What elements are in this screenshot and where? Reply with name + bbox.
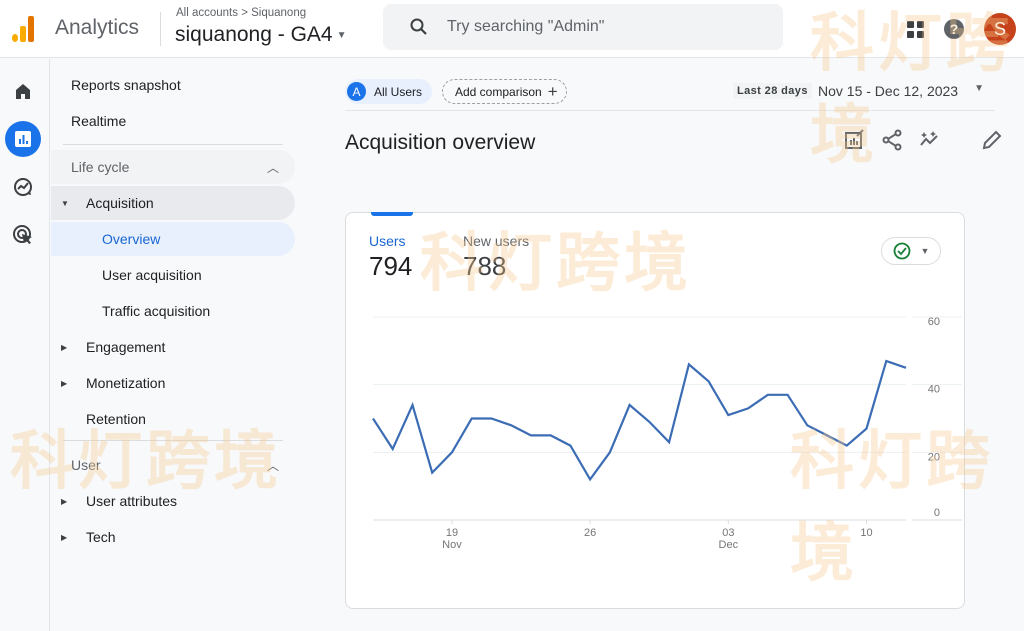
insights-icon[interactable] — [918, 128, 942, 152]
edit-pencil-icon[interactable] — [980, 128, 1004, 152]
search-bar[interactable] — [383, 4, 783, 50]
page-title: Acquisition overview — [345, 131, 536, 154]
avatar[interactable]: S — [984, 13, 1016, 45]
nav-label: Traffic acquisition — [102, 303, 211, 319]
breadcrumb[interactable]: All accounts > Siquanong — [176, 7, 306, 19]
chevron-down-icon: ▼ — [974, 83, 984, 94]
chevron-down-icon: ▼ — [336, 29, 347, 41]
nav-label: Realtime — [71, 113, 127, 129]
nav-reports-snapshot[interactable]: Reports snapshot — [51, 68, 295, 102]
caret-right-icon: ▶ — [61, 378, 68, 388]
nav-label: Engagement — [86, 339, 166, 355]
users-overview-card: Users 794 New users 788 ▼ — [345, 212, 965, 609]
report-actions — [842, 128, 1004, 152]
chevron-up-icon: ︿ — [266, 160, 279, 175]
analytics-logo-icon[interactable] — [10, 14, 36, 42]
advertising-icon — [13, 225, 32, 244]
nav-user-acquisition[interactable]: User acquisition — [51, 258, 295, 292]
nav-retention[interactable]: Retention — [51, 402, 295, 436]
reports-nav: Reports snapshot Realtime Life cycle ︿ ▼… — [51, 59, 311, 631]
metric-label: New users — [463, 233, 530, 249]
nav-label: Acquisition — [86, 195, 154, 211]
filter-divider — [345, 110, 995, 111]
rail-explore[interactable] — [5, 169, 41, 205]
metric-value: 788 — [463, 251, 507, 281]
chevron-down-icon: ▼ — [920, 246, 930, 256]
nav-monetization[interactable]: ▶ Monetization — [51, 366, 295, 400]
nav-tech[interactable]: ▶ Tech — [51, 520, 295, 554]
section-label: Life cycle — [71, 159, 130, 175]
rail-advertising[interactable] — [5, 217, 41, 253]
top-bar: Analytics All accounts > Siquanong siqua… — [0, 0, 1024, 58]
date-preset-label: Last 28 days — [733, 83, 812, 99]
nav-user-attributes[interactable]: ▶ User attributes — [51, 484, 295, 518]
caret-right-icon: ▶ — [61, 342, 68, 352]
metric-tab-users[interactable]: Users 794 — [369, 233, 412, 282]
search-input[interactable] — [447, 18, 767, 36]
customize-report-icon[interactable] — [842, 128, 866, 152]
add-comparison-label: Add comparison — [455, 84, 542, 99]
explore-icon — [14, 178, 32, 196]
caret-right-icon: ▶ — [61, 532, 68, 542]
nav-engagement[interactable]: ▶ Engagement — [51, 330, 295, 364]
header-actions: ? S — [907, 10, 1024, 48]
rail-reports[interactable] — [5, 121, 41, 157]
date-range-text: Nov 15 - Dec 12, 2023 — [818, 83, 959, 99]
app-name: Analytics — [55, 16, 140, 39]
date-range-picker[interactable]: Nov 15 - Dec 12, 2023 ▼ — [818, 83, 984, 99]
segment-label: All Users — [374, 84, 423, 99]
plus-icon: + — [547, 81, 558, 101]
metric-tab-new-users[interactable]: New users 788 — [463, 233, 529, 282]
property-name: siquanong - GA4 — [175, 23, 333, 46]
reports-icon — [15, 131, 31, 147]
rail-home[interactable] — [5, 73, 41, 109]
nav-section-lifecycle[interactable]: Life cycle ︿ — [51, 150, 295, 184]
chevron-up-icon: ︿ — [266, 458, 279, 473]
filter-bar: A All Users Add comparison + Last 28 day… — [345, 79, 995, 105]
check-circle-icon — [893, 242, 910, 260]
help-icon[interactable]: ? — [944, 19, 964, 39]
section-label: User — [71, 457, 101, 473]
apps-grid-icon[interactable] — [907, 20, 924, 38]
segment-chip-all-users[interactable]: A All Users — [345, 79, 433, 104]
nav-divider — [63, 144, 283, 145]
search-icon — [409, 17, 429, 37]
nav-acquisition[interactable]: ▼ Acquisition — [51, 186, 295, 220]
home-icon — [16, 84, 30, 99]
left-rail — [0, 59, 50, 631]
header-divider — [160, 12, 161, 46]
nav-traffic-acquisition[interactable]: Traffic acquisition — [51, 294, 295, 328]
nav-label: Tech — [86, 529, 116, 545]
segment-badge: A — [347, 82, 366, 101]
metric-value: 794 — [369, 251, 413, 281]
data-quality-dropdown[interactable]: ▼ — [881, 237, 941, 265]
nav-label: Reports snapshot — [71, 77, 181, 93]
nav-label: User attributes — [86, 493, 178, 509]
nav-divider — [63, 440, 283, 441]
nav-label: Monetization — [86, 375, 166, 391]
nav-realtime[interactable]: Realtime — [51, 104, 295, 138]
caret-right-icon: ▶ — [61, 496, 68, 506]
active-metric-indicator — [371, 212, 413, 216]
add-comparison-button[interactable]: Add comparison + — [442, 79, 567, 104]
nav-label: Retention — [86, 411, 146, 427]
share-icon[interactable] — [880, 128, 904, 152]
nav-label: Overview — [102, 231, 161, 247]
metric-label: Users — [369, 233, 406, 249]
nav-overview[interactable]: Overview — [51, 222, 295, 256]
property-selector[interactable]: siquanong - GA4 ▼ — [175, 23, 347, 47]
nav-label: User acquisition — [102, 267, 202, 283]
caret-down-icon: ▼ — [61, 198, 69, 208]
nav-section-user[interactable]: User ︿ — [51, 448, 295, 482]
